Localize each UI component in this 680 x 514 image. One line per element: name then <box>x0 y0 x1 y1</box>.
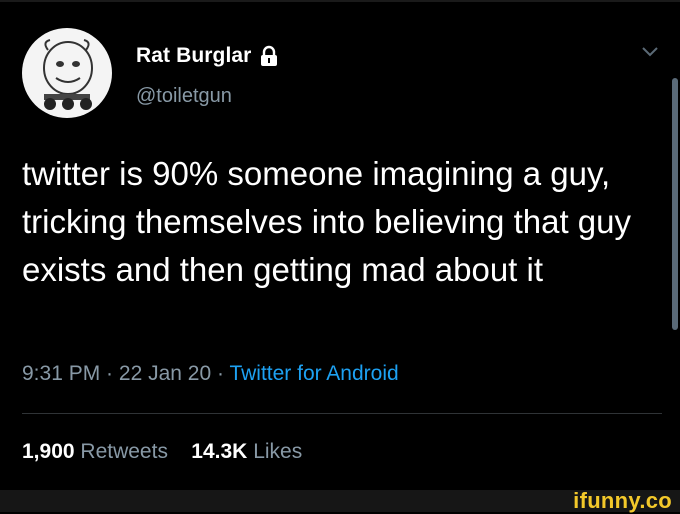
scrollbar[interactable] <box>672 78 678 330</box>
tweet-meta: 9:31 PM · 22 Jan 20 · Twitter for Androi… <box>22 362 399 386</box>
divider <box>22 413 662 414</box>
tweet-source-link[interactable]: Twitter for Android <box>229 362 398 385</box>
retweets-count: 1,900 <box>22 440 75 463</box>
display-name[interactable]: Rat Burglar <box>136 44 251 68</box>
tweet-text: twitter is 90% someone imagining a guy, … <box>22 155 631 288</box>
lock-icon <box>259 45 279 67</box>
tweet-stats: 1,900 Retweets 14.3K Likes <box>22 440 302 464</box>
tweet-date[interactable]: 22 Jan 20 <box>119 362 211 385</box>
meta-separator: · <box>100 362 119 385</box>
avatar[interactable] <box>22 28 112 118</box>
top-border <box>0 0 680 2</box>
retweets-label: Retweets <box>80 440 168 463</box>
likes-label: Likes <box>253 440 303 463</box>
avatar-drawing <box>43 39 93 110</box>
chevron-down-icon[interactable] <box>640 44 660 58</box>
author-name-row[interactable]: Rat Burglar <box>136 44 279 68</box>
watermark: ifunny.co <box>573 488 672 513</box>
handle[interactable]: @toiletgun <box>136 85 232 108</box>
likes-stat[interactable]: 14.3K Likes <box>191 440 302 463</box>
meta-separator: · <box>211 362 230 385</box>
tweet-time: 9:31 PM <box>22 362 101 385</box>
likes-count: 14.3K <box>191 440 248 463</box>
retweets-stat[interactable]: 1,900 Retweets <box>22 440 168 463</box>
